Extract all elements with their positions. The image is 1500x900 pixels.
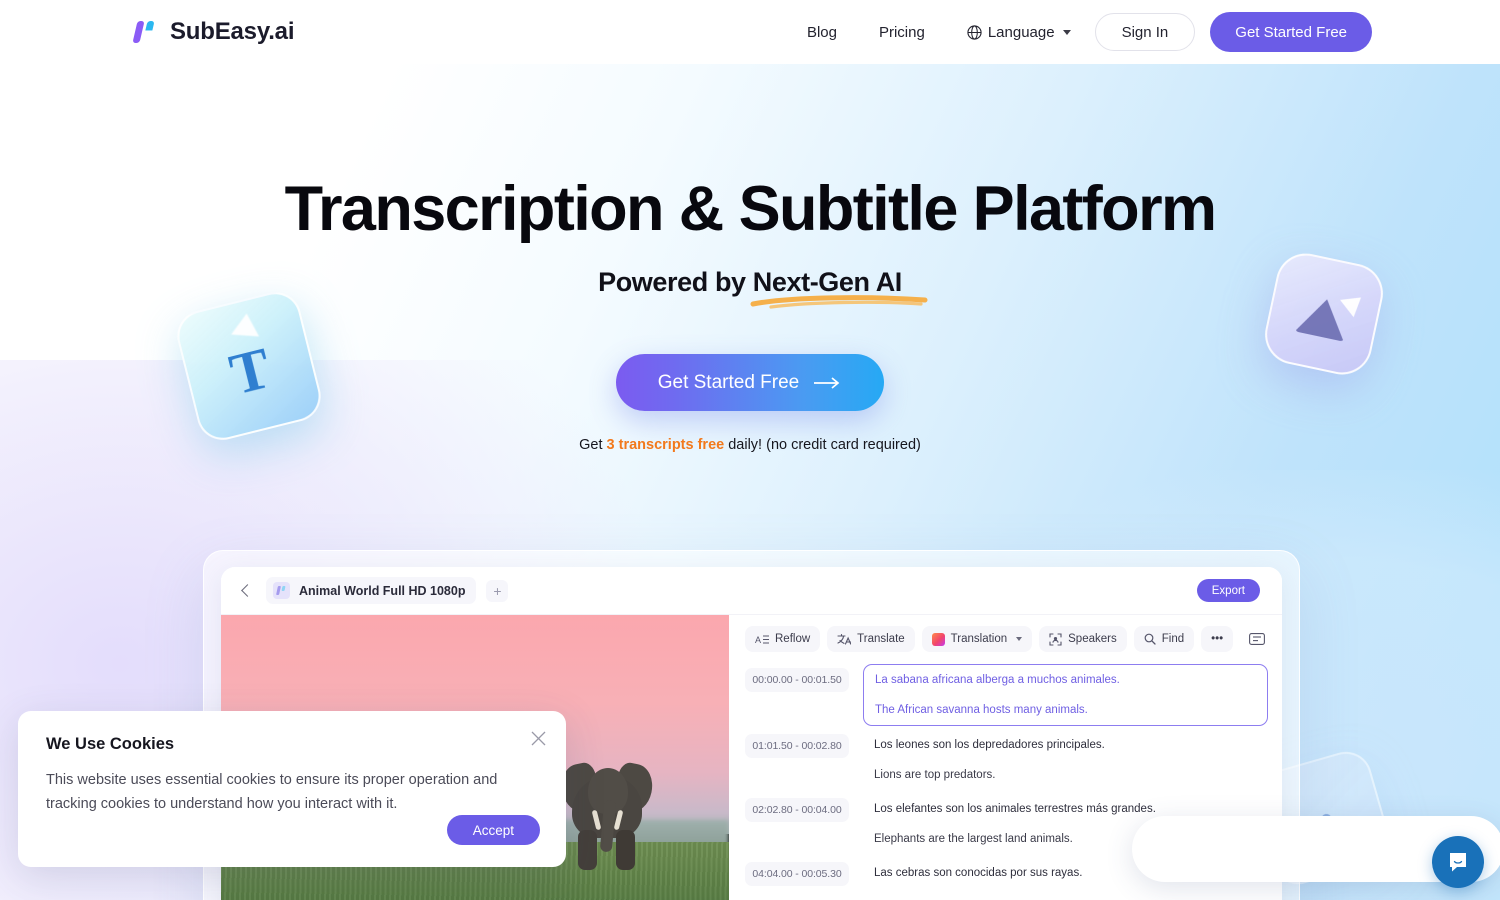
note-suffix: daily! (no credit card required) [724, 437, 921, 454]
translation-dropdown[interactable]: Translation [921, 626, 1033, 652]
translate-label: Translate [857, 633, 905, 645]
language-label: Language [987, 23, 1055, 41]
main-nav: Blog Pricing Language Sign In Get Starte… [786, 12, 1372, 52]
chat-bubble-icon [1450, 853, 1466, 872]
page-title: Transcription & Subtitle Platform [284, 174, 1217, 244]
file-icon [273, 582, 290, 599]
hero-subtitle-prefix: Powered by [598, 267, 753, 298]
segment-source: Los elefantes son los animales terrestre… [874, 803, 1156, 815]
segment-text[interactable]: La sabana africana alberga a muchos anim… [863, 664, 1268, 726]
language-selector[interactable]: Language [946, 24, 1089, 41]
hero-section: Transcription & Subtitle Platform Powere… [0, 64, 1500, 453]
cookie-accept-button[interactable]: Accept [446, 815, 540, 845]
translate-button[interactable]: Translate [827, 626, 915, 652]
header-get-started-button[interactable]: Get Started Free [1210, 12, 1372, 52]
segment-timecode: 01:01.50 - 00:02.80 [745, 734, 849, 758]
translate-icon [837, 633, 852, 645]
hero-subtitle-highlight-wrap: Next-Gen AI [750, 267, 928, 309]
elephant-subject [554, 754, 660, 872]
find-label: Find [1161, 633, 1185, 645]
cookie-banner: We Use Cookies This website uses essenti… [18, 711, 566, 867]
brand-logo[interactable]: SubEasy.ai [132, 18, 295, 46]
brand-name: SubEasy.ai [170, 18, 295, 45]
speakers-icon [1049, 632, 1062, 646]
more-options-button[interactable]: ••• [1201, 626, 1234, 652]
segment-timecode: 00:00.00 - 00:01.50 [745, 668, 849, 692]
transcript-toolbar: A Reflow Translate Translation Speakers … [729, 615, 1282, 660]
find-button[interactable]: Find [1133, 626, 1195, 652]
arrow-right-icon [814, 376, 840, 389]
speakers-button[interactable]: Speakers [1039, 626, 1127, 652]
close-icon[interactable] [531, 731, 546, 746]
free-transcripts-note: Get 3 transcripts free daily! (no credit… [0, 437, 1500, 453]
segment-translation: Lions are top predators. [874, 769, 996, 781]
segment-translation: The African savanna hosts many animals. [875, 704, 1088, 716]
reflow-label: Reflow [775, 633, 811, 645]
svg-text:A: A [755, 635, 761, 645]
export-button[interactable]: Export [1196, 579, 1260, 602]
note-highlight: 3 transcripts free [606, 437, 725, 454]
hero-subtitle: Powered by Next-Gen AI [0, 267, 1500, 309]
speakers-label: Speakers [1068, 633, 1117, 645]
app-topbar: Animal World Full HD 1080p + Export [221, 567, 1282, 615]
translation-swatch-icon [931, 632, 945, 646]
nav-pricing[interactable]: Pricing [858, 24, 946, 41]
hero-cta-wrap: Get Started Free [0, 354, 1500, 412]
site-header: SubEasy.ai Blog Pricing Language Sign In… [0, 0, 1500, 64]
transcript-row[interactable]: 00:00.00 - 00:01.50 La sabana africana a… [729, 660, 1282, 726]
file-tab[interactable]: Animal World Full HD 1080p [266, 577, 477, 604]
segment-timecode: 04:04.00 - 00:05.30 [745, 862, 849, 886]
brush-underline-icon [750, 295, 928, 309]
globe-icon [967, 24, 982, 40]
text-reflow-icon: A [755, 635, 769, 645]
note-prefix: Get [579, 437, 607, 454]
back-icon[interactable] [241, 584, 254, 597]
chevron-down-icon [1016, 637, 1023, 641]
chevron-down-icon [1062, 29, 1071, 35]
hero-cta-label: Get Started Free [657, 371, 800, 393]
sign-in-button[interactable]: Sign In [1094, 13, 1196, 51]
reflow-button[interactable]: A Reflow [745, 626, 821, 652]
hero-get-started-button[interactable]: Get Started Free [615, 354, 885, 412]
chat-launcher-button[interactable] [1432, 836, 1484, 888]
subeasy-logo-icon [132, 19, 159, 45]
layout-view-icon [1249, 633, 1265, 645]
cookie-title: We Use Cookies [46, 735, 175, 753]
segment-text[interactable]: Los leones son los depredadores principa… [863, 730, 1268, 790]
cookie-body: This website uses essential cookies to e… [46, 772, 498, 812]
translation-label: Translation [950, 633, 1008, 645]
segment-timecode: 02:02.80 - 00:04.00 [745, 798, 849, 822]
search-icon [1144, 633, 1156, 645]
add-tab-button[interactable]: + [486, 579, 509, 602]
file-tab-label: Animal World Full HD 1080p [299, 583, 466, 598]
layout-view-selector[interactable] [1249, 633, 1268, 645]
page-background: T SubEasy.ai Blog Pricing Language Sign … [0, 0, 1500, 900]
nav-blog[interactable]: Blog [786, 24, 858, 41]
segment-source: La sabana africana alberga a muchos anim… [875, 674, 1120, 686]
transcript-row[interactable]: 01:01.50 - 00:02.80 Los leones son los d… [729, 726, 1282, 790]
segment-source: Los leones son los depredadores principa… [874, 739, 1105, 751]
